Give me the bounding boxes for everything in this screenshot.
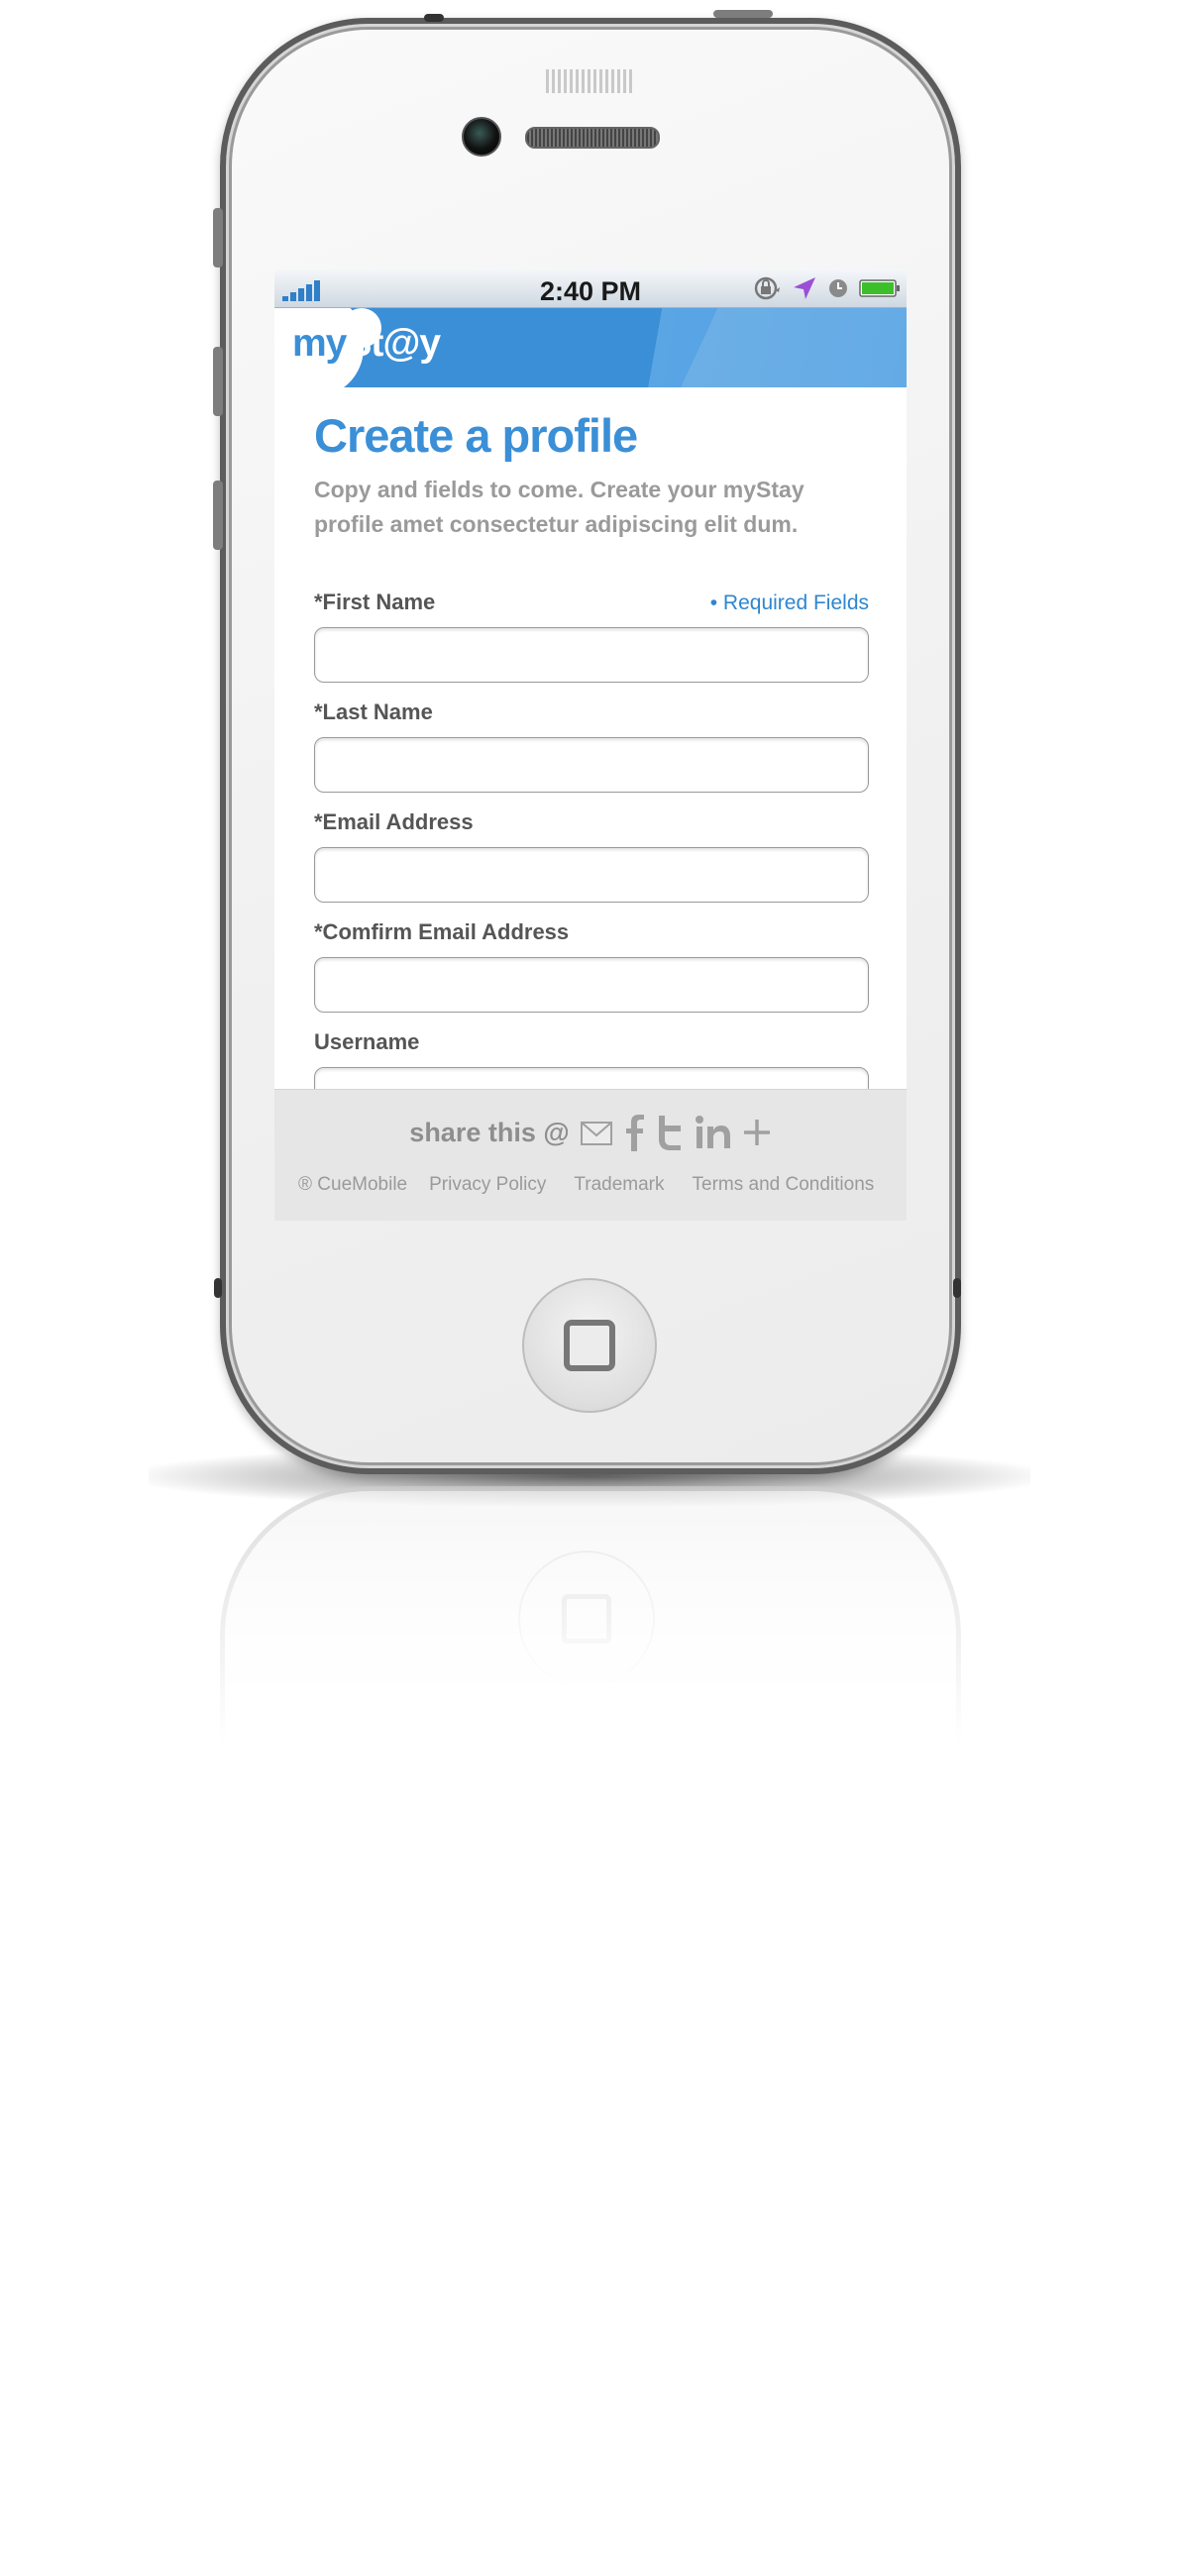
page-subtitle: Copy and fields to come. Create your myS… <box>314 477 805 537</box>
battery-icon <box>859 279 900 297</box>
email-group: *Email Address <box>314 809 869 903</box>
home-button[interactable] <box>522 1278 657 1413</box>
confirm-email-label: *Comfirm Email Address <box>314 919 570 944</box>
facebook-icon[interactable] <box>623 1114 645 1151</box>
home-button-reflection <box>518 1551 655 1687</box>
email-icon[interactable] <box>580 1118 613 1147</box>
volume-down-button <box>213 481 223 550</box>
last-name-label: *Last Name <box>314 699 433 724</box>
email-label: *Email Address <box>314 809 474 834</box>
share-row: share this @ <box>274 1114 907 1151</box>
first-name-input[interactable] <box>314 627 869 683</box>
location-icon <box>794 277 815 299</box>
app-footer: share this @ ® CueMobile Privacy Policy … <box>274 1089 907 1221</box>
app-header: mySt@y <box>274 308 907 387</box>
confirm-email-input[interactable] <box>314 957 869 1013</box>
footer-links: ® CueMobile Privacy Policy Trademark Ter… <box>298 1174 893 1196</box>
first-name-label: *First Name <box>314 590 436 614</box>
trademark-link[interactable]: Trademark <box>574 1174 664 1196</box>
home-square-icon <box>564 1320 615 1371</box>
last-name-group: *Last Name <box>314 699 869 793</box>
alarm-icon <box>829 279 847 297</box>
linkedin-icon[interactable] <box>695 1114 732 1151</box>
rotation-lock-icon <box>754 276 780 300</box>
earpiece-speaker <box>525 127 660 149</box>
header-stripe <box>651 308 907 387</box>
email-input[interactable] <box>314 847 869 903</box>
username-label: Username <box>314 1029 420 1054</box>
last-name-input[interactable] <box>314 737 869 793</box>
first-name-group: *First Name • Required Fields <box>314 590 869 683</box>
volume-up-button <box>213 347 223 416</box>
required-fields-note: • Required Fields <box>709 591 869 614</box>
top-notch <box>424 14 444 22</box>
side-notch-right <box>953 1278 961 1298</box>
twitter-icon[interactable] <box>655 1114 685 1151</box>
copyright-text: ® CueMobile <box>298 1174 408 1195</box>
terms-link[interactable]: Terms and Conditions <box>693 1174 875 1196</box>
front-camera <box>462 117 501 157</box>
proximity-sensor <box>546 69 635 93</box>
status-bar: 2:40 PM <box>274 269 907 308</box>
logo-my: my <box>292 322 347 365</box>
plus-icon[interactable] <box>742 1118 772 1147</box>
power-button <box>713 10 773 18</box>
mystay-logo[interactable]: mySt@y <box>292 322 441 366</box>
confirm-email-group: *Comfirm Email Address <box>314 919 869 1013</box>
profile-form: Create a profile Copy and fields to come… <box>314 408 869 1123</box>
share-label: share this @ <box>409 1117 570 1147</box>
side-notch-left <box>214 1278 222 1298</box>
phone-screen: 2:40 PM mySt@y Create a profile Copy and… <box>274 269 907 1221</box>
logo-stay: St@y <box>346 322 441 365</box>
privacy-policy-link[interactable]: Privacy Policy <box>429 1174 546 1196</box>
mute-switch <box>213 208 223 268</box>
page-title: Create a profile <box>314 409 638 462</box>
